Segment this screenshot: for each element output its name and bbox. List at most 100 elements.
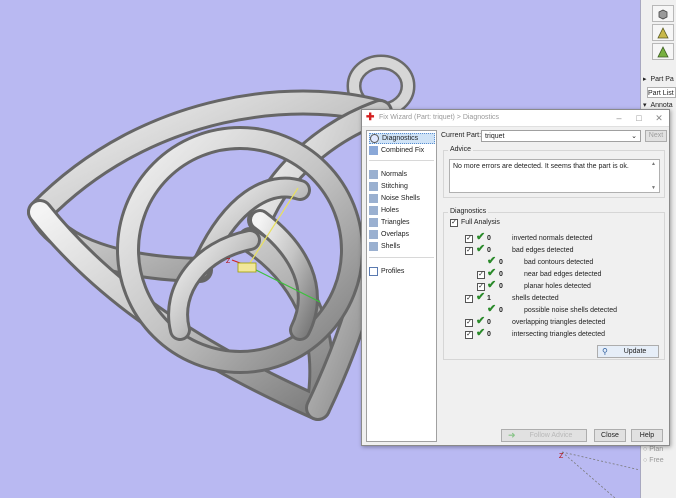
advice-textbox: No more errors are detected. It seems th…: [449, 159, 660, 193]
overlaps-icon: [369, 230, 378, 239]
diag-count: 0: [499, 271, 503, 278]
bad-edges-checkbox[interactable]: ✓: [465, 247, 473, 255]
nav-item-combined-fix[interactable]: Combined Fix: [369, 145, 435, 156]
nav-item-label: Shells: [381, 243, 401, 250]
pyramid-shaded-button[interactable]: [652, 43, 674, 60]
free-option[interactable]: ○ Free: [643, 455, 676, 466]
check-ok-icon: ✔: [487, 279, 497, 291]
current-part-label: Current Part:: [441, 132, 482, 139]
cube-icon: [658, 9, 668, 19]
nav-item-label: Holes: [381, 207, 399, 214]
shells-icon: [369, 242, 378, 251]
normals-icon: [369, 170, 378, 179]
next-button[interactable]: Next: [645, 130, 667, 142]
full-analysis-label: Full Analysis: [461, 219, 500, 226]
radio-icon: ○: [643, 457, 648, 464]
stitching-icon: [369, 182, 378, 191]
intersecting-triangles-checkbox[interactable]: ✓: [465, 331, 473, 339]
diag-label: bad contours detected: [524, 259, 594, 266]
nav-item-label: Noise Shells: [381, 195, 420, 202]
nav-item-label: Diagnostics: [382, 135, 419, 142]
nav-item-shells[interactable]: Shells: [369, 241, 435, 252]
diag-label: planar holes detected: [524, 283, 591, 290]
nav-item-profiles[interactable]: Profiles: [369, 266, 435, 277]
global-axis-label-z: Z: [559, 453, 564, 460]
diag-label: bad edges detected: [512, 247, 574, 254]
nav-item-holes[interactable]: Holes: [369, 205, 435, 216]
diag-count: 0: [487, 235, 491, 242]
follow-advice-label: Follow Advice: [529, 432, 573, 439]
update-button-label: Update: [623, 348, 647, 355]
diag-label: near bad edges detected: [524, 271, 602, 278]
pyramid-view-button[interactable]: [652, 24, 674, 41]
diag-label: possible noise shells detected: [524, 307, 618, 314]
nav-item-normals[interactable]: Normals: [369, 169, 435, 180]
nav-item-label: Triangles: [381, 219, 410, 226]
arrow-right-icon: ➜: [508, 430, 516, 440]
diagnostics-icon: [370, 134, 379, 143]
diag-count: 1: [487, 295, 491, 302]
free-option-label: Free: [649, 457, 664, 464]
nav-item-label: Normals: [381, 171, 408, 178]
magnifier-icon: ⚲: [602, 347, 608, 356]
full-analysis-checkbox[interactable]: ✓: [450, 219, 458, 227]
diag-label: inverted normals detected: [512, 235, 593, 242]
holes-icon: [369, 206, 378, 215]
nav-item-label: Combined Fix: [381, 147, 425, 154]
axis-label-z: Z: [226, 258, 231, 265]
nav-separator: [369, 257, 434, 258]
dialog-title: Fix Wizard (Part: triquet) > Diagnostics: [379, 114, 500, 121]
part-pane-header[interactable]: ▸ Part Pa: [643, 74, 676, 85]
close-window-button[interactable]: ✕: [653, 112, 665, 124]
current-part-value: triquet: [485, 133, 505, 140]
update-button[interactable]: ⚲ Update: [597, 345, 659, 358]
diag-count: 0: [487, 331, 491, 338]
diag-count: 0: [487, 319, 491, 326]
part-list-tab[interactable]: Part List: [647, 87, 676, 98]
wizard-nav-list: Diagnostics Combined Fix Normals Stitchi…: [366, 130, 437, 442]
dialog-titlebar[interactable]: ✚ Fix Wizard (Part: triquet) > Diagnosti…: [362, 110, 669, 127]
diagnostics-group: Diagnostics ✓ Full Analysis ✓ ✔ 0 invert…: [443, 208, 665, 360]
diag-count: 0: [487, 247, 491, 254]
diag-label: intersecting triangles detected: [512, 331, 605, 338]
shells-checkbox[interactable]: ✓: [465, 295, 473, 303]
help-button[interactable]: Help: [631, 429, 663, 442]
inverted-normals-checkbox[interactable]: ✓: [465, 235, 473, 243]
fix-wizard-dialog: ✚ Fix Wizard (Part: triquet) > Diagnosti…: [361, 109, 670, 446]
near-bad-edges-checkbox[interactable]: ✓: [477, 271, 485, 279]
scroll-up-icon[interactable]: ▲: [651, 161, 656, 167]
nav-item-diagnostics[interactable]: Diagnostics: [369, 133, 435, 144]
nav-item-label: Profiles: [381, 268, 405, 275]
check-ok-icon: ✔: [487, 267, 497, 279]
part-pane-label: Part Pa: [650, 76, 674, 83]
collapse-arrow-icon: ▾: [643, 102, 647, 109]
close-button[interactable]: Close: [594, 429, 626, 442]
planar-holes-checkbox[interactable]: ✓: [477, 283, 485, 291]
maximize-button[interactable]: □: [633, 112, 645, 124]
check-ok-icon: ✔: [487, 255, 497, 267]
follow-advice-button[interactable]: ➜ Follow Advice: [501, 429, 587, 442]
check-ok-icon: ✔: [487, 303, 497, 315]
part-list-label: Part List: [648, 90, 674, 97]
diag-label: shells detected: [512, 295, 559, 302]
noise-shells-icon: [369, 194, 378, 203]
radio-icon: ○: [643, 446, 648, 453]
nav-item-overlaps[interactable]: Overlaps: [369, 229, 435, 240]
triangles-icon: [369, 218, 378, 227]
current-part-select[interactable]: triquet ⌄: [481, 130, 641, 142]
nav-item-triangles[interactable]: Triangles: [369, 217, 435, 228]
scroll-down-icon[interactable]: ▼: [651, 185, 656, 191]
nav-item-noise-shells[interactable]: Noise Shells: [369, 193, 435, 204]
advice-text: No more errors are detected. It seems th…: [453, 163, 629, 170]
nav-item-stitching[interactable]: Stitching: [369, 181, 435, 192]
check-ok-icon: ✔: [476, 291, 486, 303]
check-ok-icon: ✔: [476, 327, 486, 339]
check-ok-icon: ✔: [476, 243, 486, 255]
profiles-icon: [369, 267, 378, 276]
cube-view-button[interactable]: [652, 5, 674, 22]
advice-title: Advice: [448, 146, 474, 153]
overlapping-triangles-checkbox[interactable]: ✓: [465, 319, 473, 327]
minimize-button[interactable]: –: [613, 112, 625, 124]
combined-fix-icon: [369, 146, 378, 155]
nav-item-label: Overlaps: [381, 231, 410, 238]
